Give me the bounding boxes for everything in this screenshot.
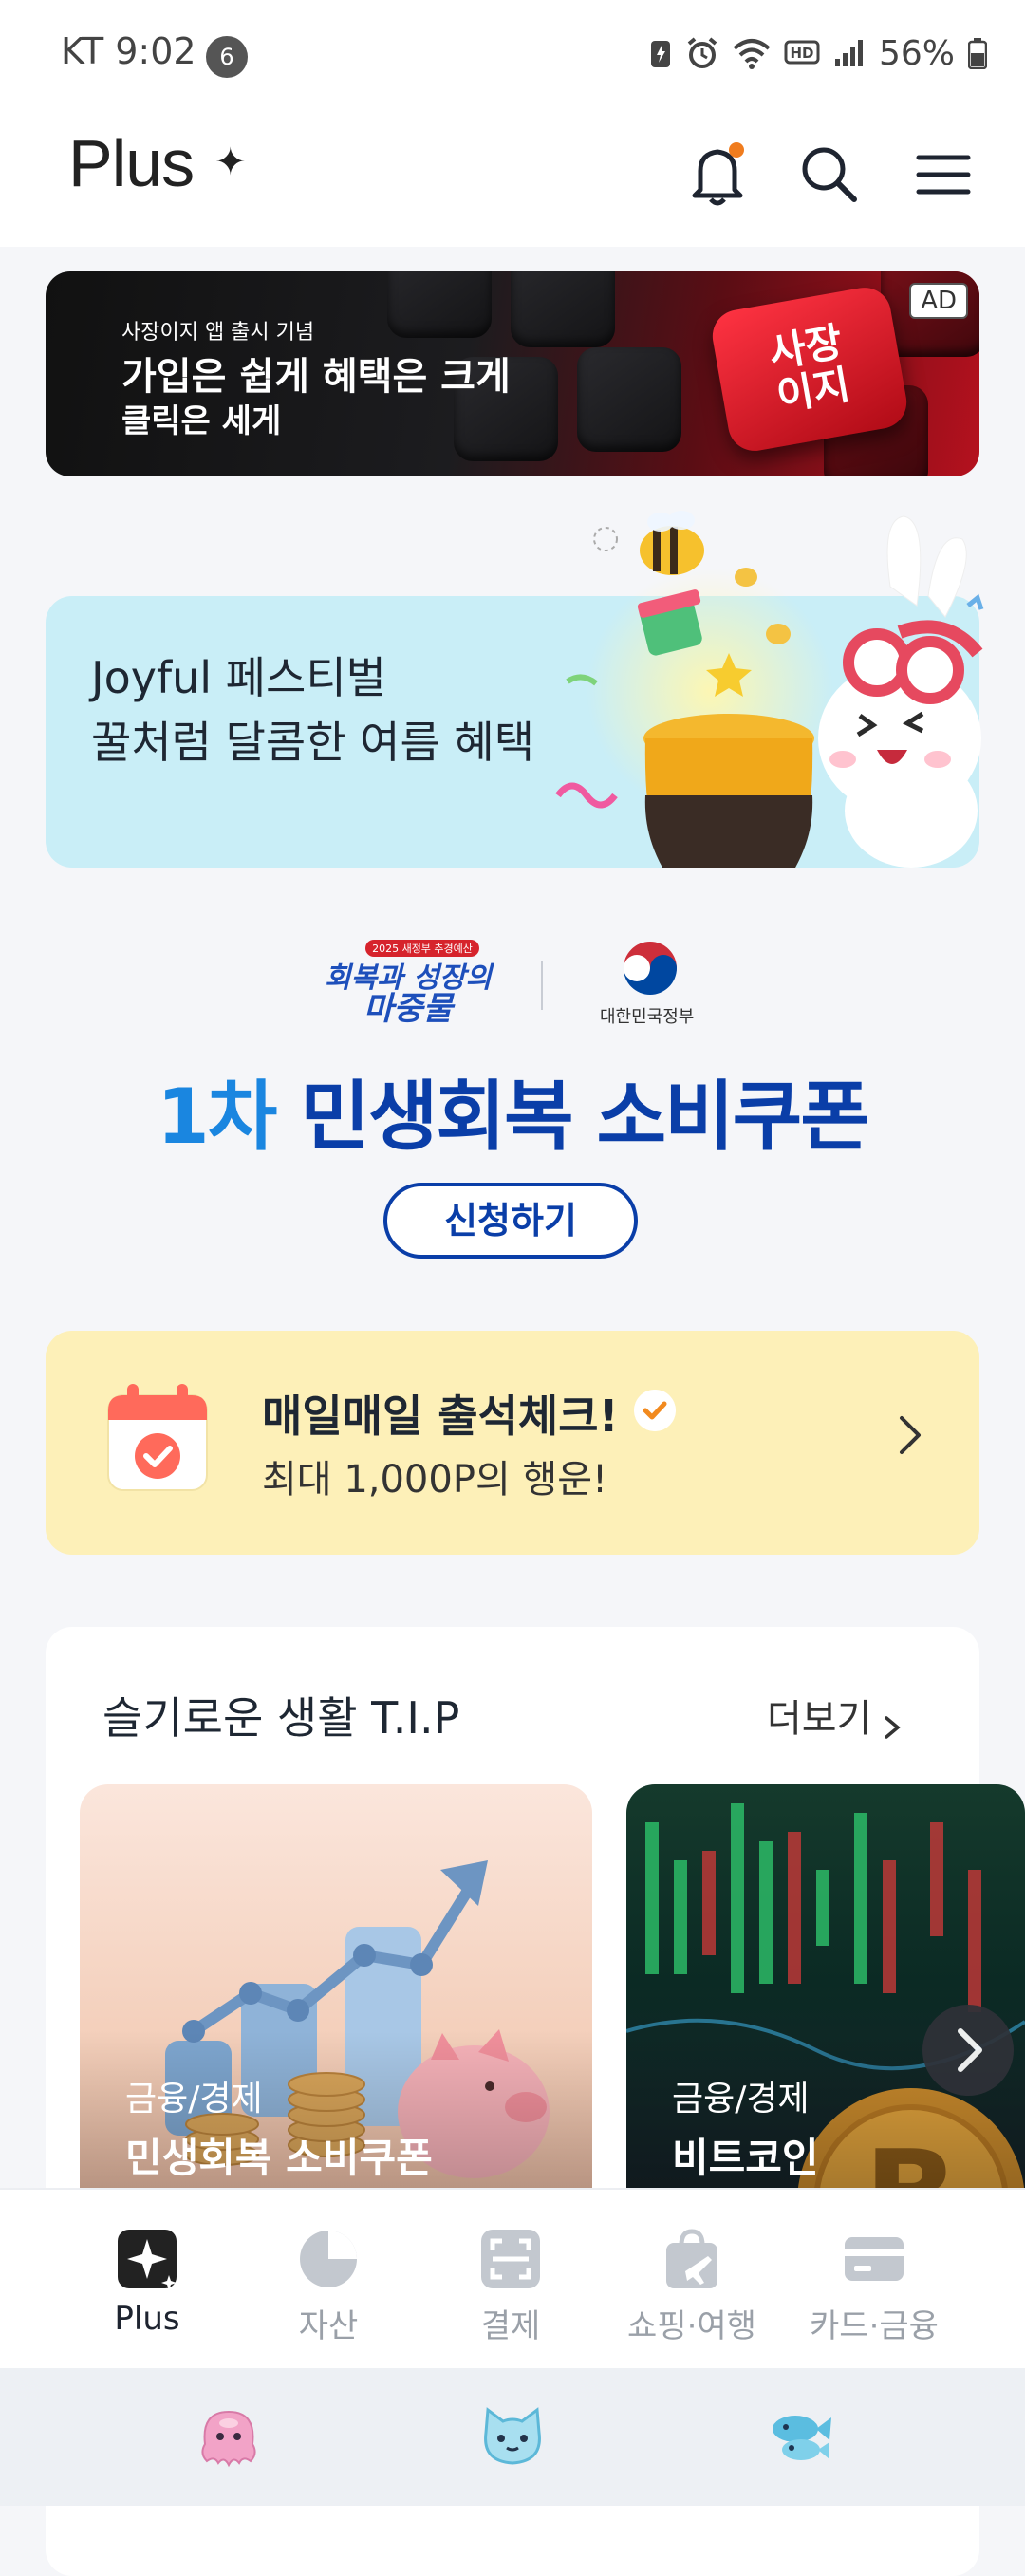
wifi-icon [733, 39, 771, 69]
logo-sparkle-mark: ✦ [214, 140, 247, 184]
joy-subtitle: 꿀처럼 달콤한 여름 혜택 [91, 717, 535, 768]
signal-icon [834, 40, 863, 66]
chevron-right-icon [884, 1715, 901, 1739]
scan-pay-icon [481, 2230, 540, 2288]
keyboard-key-decor [387, 271, 492, 338]
keyboard-key-decor [511, 271, 615, 347]
coupon-title: 1차 민생회복 소비쿠폰 [0, 1055, 1025, 1166]
government-label: 대한민국정부 [600, 1007, 695, 1027]
notifications-button[interactable] [680, 137, 755, 213]
card-icon [845, 2237, 904, 2281]
nav-label: 카드·금융 [810, 2307, 939, 2345]
coupon-title-accent: 1차 [157, 1073, 277, 1161]
cat-face-icon[interactable] [478, 2406, 547, 2467]
plus-sparkle-icon [118, 2230, 177, 2290]
notification-dot [729, 142, 744, 158]
tip-card-category: 금융/경제 [125, 2080, 263, 2119]
brand-year-text: 2025 새정부 추경예산 [372, 943, 473, 955]
chevron-right-icon [900, 1416, 921, 1454]
ad-badge: AD [909, 283, 968, 319]
tip-card-title: 민생회복 소비쿠폰 [125, 2135, 433, 2181]
bottom-navigation: Plus 자산 결제 쇼핑·여행 카드·금융 [0, 2188, 1025, 2370]
alarm-icon [687, 37, 718, 68]
pie-chart-icon [300, 2231, 357, 2287]
keyboard-key-decor [577, 347, 681, 452]
ad-logo-text: 사장 이지 [765, 318, 854, 420]
search-button[interactable] [792, 137, 867, 213]
attendance-title: 매일매일 출석체크! [262, 1391, 619, 1442]
ad-small-text: 사장이지 앱 출시 기념 [121, 321, 315, 345]
shopping-bag-icon [666, 2229, 718, 2288]
recovery-growth-logo: 2025 새정부 추경예산 회복과 성장의 마중물 [313, 938, 503, 1033]
joyful-festival-banner[interactable]: Joyful 페스티벌 꿀처럼 달콤한 여름 혜택 [46, 511, 984, 868]
status-time: KT 9:02 [61, 30, 196, 72]
joy-title: Joyful 페스티벌 [91, 652, 386, 703]
ad-title: 가입은 쉽게 혜택은 크게 [121, 355, 511, 399]
tips-title: 슬기로운 생활 T.I.P [102, 1692, 460, 1744]
nav-assets[interactable]: 자산 [238, 2190, 419, 2370]
ad-subtitle: 클릭은 세게 [121, 402, 282, 440]
tip-card-title: 비트코인 [672, 2135, 819, 2181]
status-icons: HD 56% [649, 32, 987, 74]
search-icon [802, 147, 857, 202]
brand-emblem-icon: 2025 새정부 추경예산 회복과 성장의 마중물 [325, 940, 494, 1028]
menu-icon [916, 155, 971, 195]
ad-banner[interactable]: 사장 이지 AD 사장이지 앱 출시 기념 가입은 쉽게 혜택은 크게 클릭은 … [46, 271, 979, 476]
tip-card-category: 금융/경제 [672, 2080, 810, 2119]
nav-card-finance[interactable]: 카드·금융 [784, 2190, 964, 2370]
battery-saver-icon [650, 41, 670, 67]
notification-count-badge: 6 [206, 36, 248, 78]
nav-label: 자산 [298, 2307, 359, 2345]
nav-shopping-travel[interactable]: 쇼핑·여행 [602, 2190, 782, 2370]
app-header: Plus ✦ [0, 104, 1025, 247]
hd-call-icon: HD [784, 40, 820, 65]
more-link[interactable]: 더보기 [767, 1688, 905, 1746]
nav-pay[interactable]: 결제 [420, 2190, 601, 2370]
octopus-icon[interactable] [196, 2406, 262, 2469]
logo-divider [541, 961, 543, 1010]
attendance-check-card[interactable]: 매일매일 출석체크! 최대 1,000P의 행운! [46, 1331, 979, 1555]
check-badge-icon [634, 1390, 676, 1431]
calendar-check-icon [107, 1384, 208, 1491]
more-link-label: 더보기 [767, 1697, 872, 1741]
svg-text:HD: HD [790, 45, 813, 62]
nav-label: 쇼핑·여행 [627, 2307, 756, 2345]
apply-button[interactable]: 신청하기 [383, 1183, 638, 1259]
korea-government-emblem-icon [624, 942, 677, 995]
nav-label: Plus [114, 2300, 180, 2338]
bell-icon [692, 142, 744, 206]
attendance-subtitle: 최대 1,000P의 행운! [262, 1458, 608, 1502]
battery-percent: 56% [878, 33, 955, 73]
svg-text:마중물: 마중물 [363, 990, 456, 1028]
menu-button[interactable] [905, 137, 981, 213]
nav-label: 결제 [480, 2307, 541, 2345]
nav-plus[interactable]: Plus [57, 2190, 237, 2370]
carousel-next-button[interactable] [922, 2005, 1014, 2096]
coupon-title-rest: 민생회복 소비쿠폰 [275, 1073, 870, 1161]
fish-icon[interactable] [767, 2406, 835, 2467]
battery-icon [968, 38, 987, 69]
chevron-right-icon [958, 2028, 982, 2072]
honey-pot-rabbit-illustration [555, 511, 984, 868]
system-navigation-bar [0, 2368, 1025, 2506]
status-bar: KT 9:02 6 HD 56% [0, 0, 1025, 104]
app-logo[interactable]: Plus [68, 125, 195, 201]
